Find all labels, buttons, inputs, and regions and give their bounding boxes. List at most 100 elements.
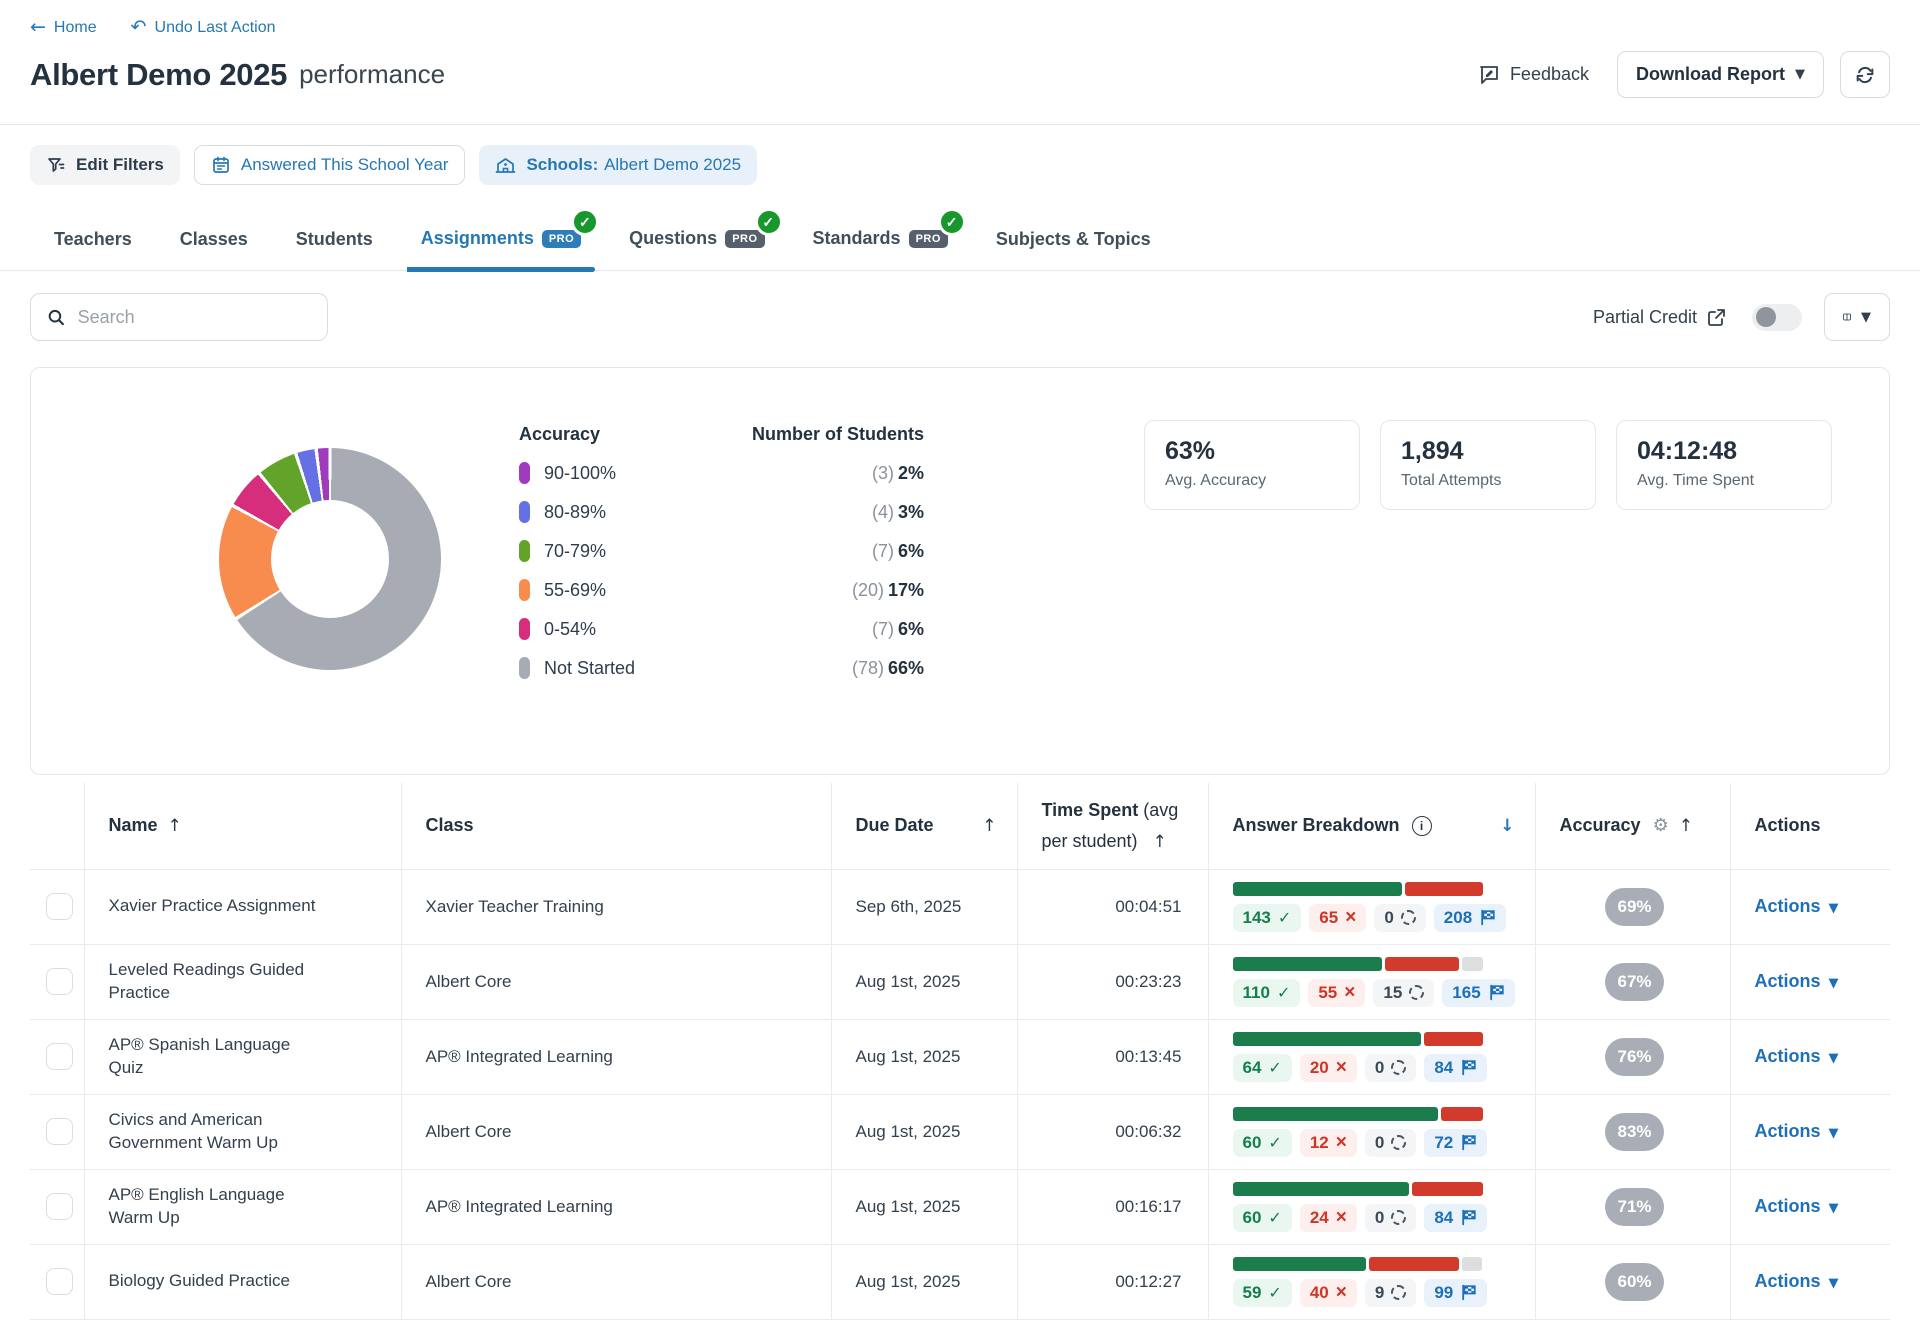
legend-header-accuracy: Accuracy: [519, 424, 600, 445]
accuracy-badge: 83%: [1605, 1113, 1664, 1151]
schools-filter-chip[interactable]: Schools: Albert Demo 2025: [479, 145, 757, 185]
legend-count: (78): [852, 658, 884, 678]
tab-standards[interactable]: StandardsPRO✓: [789, 228, 972, 270]
assignment-name: AP® English Language Warm Up: [109, 1184, 321, 1230]
header-accuracy[interactable]: Accuracy⚙↑: [1535, 783, 1730, 869]
unanswered-count-pill: 0: [1365, 1204, 1416, 1232]
legend-label: 0-54%: [544, 619, 596, 640]
cross-icon: ×: [1345, 910, 1356, 925]
row-checkbox[interactable]: [46, 1193, 73, 1220]
edit-filters-button[interactable]: Edit Filters: [30, 145, 180, 185]
row-actions-button[interactable]: Actions▼: [1755, 971, 1839, 991]
edit-filters-label: Edit Filters: [76, 155, 164, 175]
feedback-button[interactable]: Feedback: [1478, 64, 1589, 86]
attempts-flag-icon: [1460, 1284, 1477, 1301]
partial-credit-toggle[interactable]: [1752, 304, 1802, 331]
schools-filter-label: Schools: Albert Demo 2025: [526, 155, 741, 175]
sort-asc-icon[interactable]: ↑: [1153, 832, 1167, 852]
assignment-name: Biology Guided Practice: [109, 1270, 321, 1293]
gear-icon[interactable]: ⚙: [1653, 815, 1669, 836]
row-actions-button[interactable]: Actions▼: [1755, 1121, 1839, 1141]
home-link[interactable]: ← Home: [30, 18, 97, 37]
stat-total-attempts: 1,894 Total Attempts: [1380, 420, 1596, 510]
unanswered-circle-icon: [1391, 1285, 1406, 1300]
row-actions-button[interactable]: Actions▼: [1755, 1046, 1839, 1066]
attempts-flag-icon: [1460, 1209, 1477, 1226]
enabled-check-icon: ✓: [571, 208, 599, 236]
check-icon: ✓: [1277, 983, 1290, 1002]
unanswered-circle-icon: [1409, 985, 1424, 1000]
row-checkbox[interactable]: [46, 1043, 73, 1070]
sort-asc-icon[interactable]: ↑: [168, 816, 182, 836]
legend-item: 70-79%(7)6%: [519, 540, 924, 562]
class-name: Albert Core: [401, 1094, 831, 1169]
sort-asc-icon[interactable]: ↑: [1679, 816, 1693, 836]
correct-count-pill: 143 ✓: [1233, 904, 1302, 932]
info-icon[interactable]: i: [1412, 816, 1432, 836]
search-input[interactable]: [78, 307, 311, 328]
stat-value: 1,894: [1401, 437, 1575, 466]
row-checkbox[interactable]: [46, 893, 73, 920]
tab-students[interactable]: Students: [272, 229, 397, 270]
refresh-button[interactable]: [1840, 51, 1890, 98]
external-link-icon[interactable]: [1707, 308, 1726, 327]
legend-item: 0-54%(7)6%: [519, 618, 924, 640]
attempts-flag-icon: [1460, 1134, 1477, 1151]
enabled-check-icon: ✓: [938, 208, 966, 236]
chevron-down-icon: ▼: [1861, 310, 1871, 325]
incorrect-bar-segment: [1424, 1032, 1483, 1046]
legend-count: (3): [872, 463, 894, 483]
total-attempts-pill: 99: [1424, 1279, 1487, 1307]
table-toolbar: Partial Credit ▼: [0, 293, 1920, 341]
accuracy-donut-chart: [219, 448, 441, 670]
tab-subjects-topics[interactable]: Subjects & Topics: [972, 229, 1175, 270]
tab-questions[interactable]: QuestionsPRO✓: [605, 228, 788, 270]
incorrect-bar-segment: [1405, 882, 1482, 896]
header-answer-breakdown[interactable]: Answer Breakdown i ↓: [1208, 783, 1535, 869]
check-icon: ✓: [1278, 908, 1291, 927]
filter-bar: Edit Filters Answered This School Year S…: [0, 145, 1920, 185]
legend-percent: 17%: [888, 580, 924, 600]
unanswered-count-pill: 0: [1365, 1129, 1416, 1157]
header-name[interactable]: Name↑: [84, 783, 401, 869]
cross-icon: ×: [1336, 1060, 1347, 1075]
sort-asc-icon[interactable]: ↑: [982, 816, 996, 836]
undo-icon: ↶: [131, 18, 147, 37]
column-settings-button[interactable]: ▼: [1824, 293, 1890, 341]
columns-icon: [1843, 308, 1851, 326]
correct-count-pill: 110 ✓: [1233, 979, 1301, 1007]
accuracy-badge: 71%: [1605, 1188, 1664, 1226]
download-report-button[interactable]: Download Report ▼: [1617, 51, 1824, 98]
date-filter-chip[interactable]: Answered This School Year: [194, 145, 466, 185]
assignment-name: Civics and American Government Warm Up: [109, 1109, 321, 1155]
due-date: Aug 1st, 2025: [831, 1019, 1017, 1094]
answer-breakdown-bar: [1233, 1032, 1483, 1046]
class-name: Xavier Teacher Training: [401, 869, 831, 944]
undo-last-action-link[interactable]: ↶ Undo Last Action: [131, 18, 276, 37]
answer-breakdown-cell: 110 ✓55 ×15 165: [1208, 944, 1535, 1019]
header-time-spent[interactable]: Time Spent (avg per student) ↑: [1017, 783, 1208, 869]
cross-icon: ×: [1344, 985, 1355, 1000]
row-checkbox[interactable]: [46, 1118, 73, 1145]
row-actions-button[interactable]: Actions▼: [1755, 896, 1839, 916]
time-spent: 00:04:51: [1017, 869, 1208, 944]
header-class[interactable]: Class: [401, 783, 831, 869]
answer-breakdown-bar: [1233, 1182, 1483, 1196]
tab-classes[interactable]: Classes: [156, 229, 272, 270]
row-actions-button[interactable]: Actions▼: [1755, 1196, 1839, 1216]
unanswered-bar-segment: [1462, 957, 1482, 971]
incorrect-count-pill: 65 ×: [1309, 904, 1366, 932]
header-due-date[interactable]: Due Date↑: [831, 783, 1017, 869]
accuracy-badge: 67%: [1605, 963, 1664, 1001]
stat-value: 63%: [1165, 437, 1339, 466]
assignment-name: AP® Spanish Language Quiz: [109, 1034, 321, 1080]
row-actions-button[interactable]: Actions▼: [1755, 1271, 1839, 1291]
tab-assignments[interactable]: AssignmentsPRO✓: [397, 228, 605, 270]
unanswered-count-pill: 15: [1373, 979, 1434, 1007]
sort-desc-icon[interactable]: ↓: [1500, 816, 1514, 836]
row-checkbox[interactable]: [46, 968, 73, 995]
row-checkbox[interactable]: [46, 1268, 73, 1295]
tab-teachers[interactable]: Teachers: [30, 229, 156, 270]
incorrect-count-pill: 55 ×: [1308, 979, 1365, 1007]
search-box[interactable]: [30, 293, 328, 341]
